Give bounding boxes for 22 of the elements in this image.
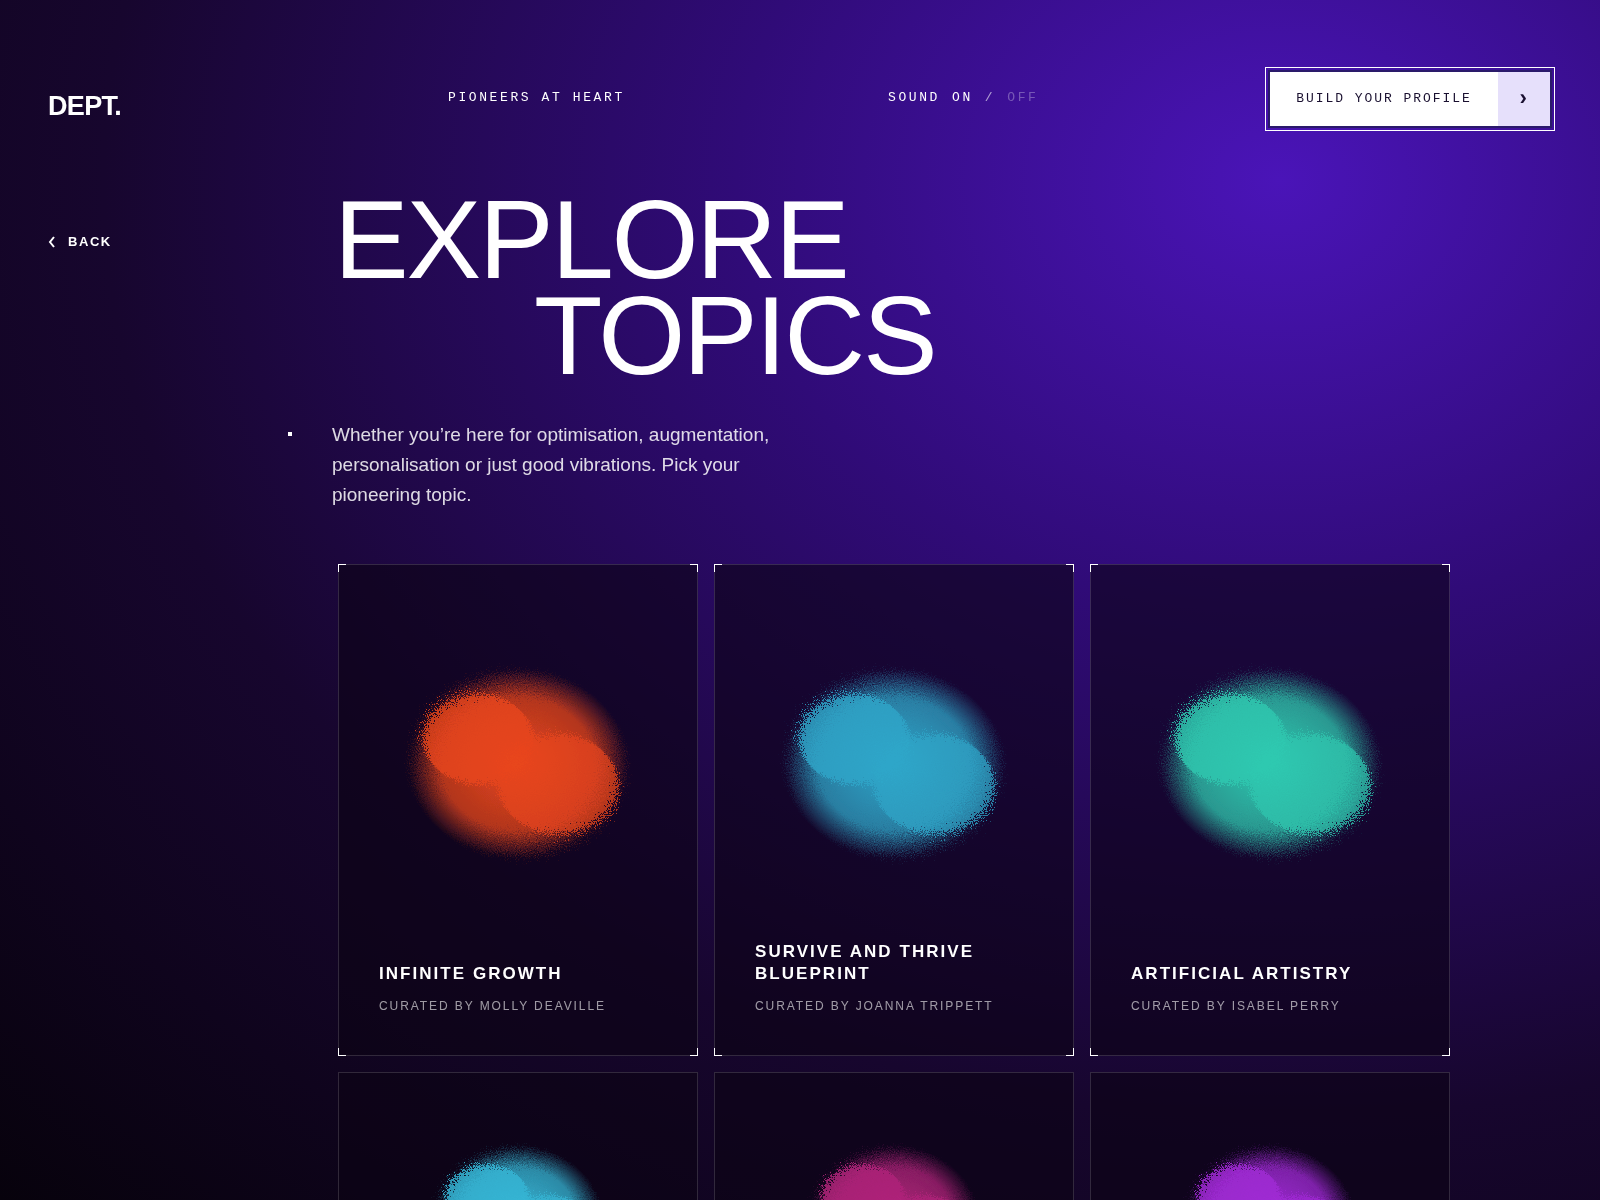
- intro-paragraph: Whether you’re here for optimisation, augmentation, personalisation or just good vibrations. Pick your pioneering topic.: [332, 423, 771, 507]
- curator-label: CURATED BY ISABEL PERRY: [1131, 998, 1342, 1015]
- bullet-icon: [288, 432, 292, 436]
- back-link[interactable]: BACK: [48, 232, 288, 252]
- chevron-left-icon: [48, 235, 56, 248]
- sound-label: SOUND: [888, 89, 940, 107]
- tagline: PIONEERS AT HEART: [448, 89, 626, 107]
- topic-card[interactable]: INFINITE GROWTH CURATED BY MOLLY DEAVILLE: [338, 564, 698, 1056]
- chevron-icon: ›: [1498, 72, 1550, 126]
- topic-card[interactable]: ARTIFICIAL ARTISTRY CURATED BY ISABEL PERRY: [1090, 564, 1450, 1056]
- curator-label: CURATED BY MOLLY DEAVILLE: [379, 998, 607, 1015]
- topic-card[interactable]: SURVIVE AND THRIVE BLUEPRINT CURATED BY JOANNA TRIPPETT: [714, 564, 1074, 1056]
- logo[interactable]: DEPT.: [48, 70, 448, 127]
- build-profile-button[interactable]: BUILD YOUR PROFILE ›: [1268, 70, 1552, 128]
- topic-title: SURVIVE AND THRIVE BLUEPRINT: [755, 941, 976, 985]
- page-heading: TOPICS: [534, 288, 936, 384]
- curator-label: CURATED BY JOANNA TRIPPETT: [755, 998, 995, 1015]
- page-heading: EXPLORE: [334, 192, 848, 288]
- separator: /: [984, 89, 996, 107]
- topic-title: ARTIFICIAL ARTISTRY: [1131, 963, 1354, 985]
- topic-title: INFINITE GROWTH: [379, 963, 564, 985]
- sound-toggle[interactable]: ON: [952, 88, 973, 108]
